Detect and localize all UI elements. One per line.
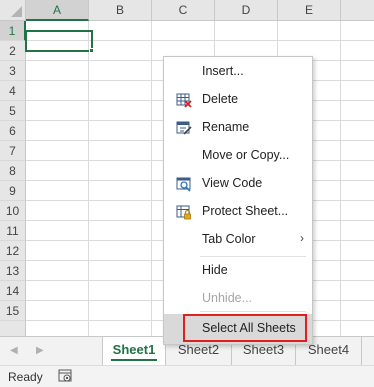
status-bar: Ready <box>0 365 374 387</box>
scroll-tabs-left-icon[interactable]: ◀ <box>10 343 18 359</box>
row-header[interactable]: 3 <box>0 61 26 81</box>
row-header[interactable]: 6 <box>0 121 26 141</box>
fill-handle[interactable] <box>89 48 94 53</box>
row-header[interactable]: 9 <box>0 181 26 201</box>
rename-sheet-icon <box>176 121 192 135</box>
column-header-a[interactable]: A <box>26 0 89 21</box>
menu-item-hide[interactable]: Hide <box>164 258 312 284</box>
menu-separator <box>200 256 306 257</box>
row-header[interactable]: 1 <box>0 21 26 41</box>
column-header-e[interactable]: E <box>278 0 341 21</box>
protect-sheet-lock-icon <box>176 205 191 220</box>
active-cell-a1[interactable] <box>25 30 93 52</box>
row-header[interactable]: 2 <box>0 41 26 61</box>
row-header[interactable]: 12 <box>0 241 26 261</box>
menu-item-label: Rename <box>202 120 250 134</box>
corner-triangle-icon <box>11 6 22 17</box>
status-text: Ready <box>8 370 43 384</box>
menu-item-label: Delete <box>202 92 239 106</box>
row-header[interactable]: 10 <box>0 201 26 221</box>
menu-item-delete[interactable]: Delete <box>164 87 312 113</box>
menu-item-insert[interactable]: Insert... <box>164 59 312 85</box>
chevron-right-icon: › <box>300 231 304 245</box>
row-header[interactable]: 15 <box>0 301 26 321</box>
select-all-corner[interactable] <box>0 0 26 21</box>
menu-item-label: Tab Color <box>202 232 256 246</box>
row-header[interactable]: 4 <box>0 81 26 101</box>
menu-item-view-code[interactable]: View Code <box>164 171 312 197</box>
sheet-tab-label: Sheet1 <box>112 342 156 357</box>
column-header-b[interactable]: B <box>89 0 152 21</box>
menu-item-protect-sheet[interactable]: Protect Sheet... <box>164 199 312 225</box>
column-headers: A B C D E <box>26 0 374 21</box>
menu-separator <box>200 311 306 312</box>
delete-sheet-icon <box>176 93 192 108</box>
row-header[interactable] <box>0 321 26 336</box>
menu-item-label: Hide <box>202 263 228 277</box>
column-header-c[interactable]: C <box>152 0 215 21</box>
highlight-outline <box>183 314 307 342</box>
menu-item-unhide: Unhide... <box>164 286 312 312</box>
active-tab-underline <box>111 359 157 361</box>
row-header[interactable]: 13 <box>0 261 26 281</box>
menu-item-rename[interactable]: Rename <box>164 115 312 141</box>
sheet-tab-label: Sheet4 <box>307 342 350 357</box>
sheet-tab-sheet1[interactable]: Sheet1 <box>102 337 166 365</box>
menu-item-label: View Code <box>202 176 263 190</box>
row-header[interactable]: 5 <box>0 101 26 121</box>
menu-item-tab-color[interactable]: Tab Color › <box>164 227 312 253</box>
row-header[interactable]: 11 <box>0 221 26 241</box>
menu-item-label: Protect Sheet... <box>202 204 289 218</box>
scroll-tabs-right-icon[interactable]: ▶ <box>36 343 44 359</box>
menu-item-label: Insert... <box>202 64 244 78</box>
sheet-tab-context-menu: Insert... Delete Rename Move or Copy... <box>163 56 313 345</box>
row-header[interactable]: 14 <box>0 281 26 301</box>
menu-item-label: Move or Copy... <box>202 148 290 162</box>
menu-item-move-copy[interactable]: Move or Copy... <box>164 143 312 169</box>
menu-item-label: Unhide... <box>202 291 253 305</box>
view-code-icon <box>176 177 191 192</box>
column-header-f[interactable] <box>341 0 374 21</box>
column-header-d[interactable]: D <box>215 0 278 21</box>
macro-record-icon[interactable] <box>58 369 72 383</box>
row-header[interactable]: 8 <box>0 161 26 181</box>
row-header[interactable]: 7 <box>0 141 26 161</box>
row-headers: 1 2 3 4 5 6 7 8 9 10 11 12 13 14 15 <box>0 21 26 336</box>
